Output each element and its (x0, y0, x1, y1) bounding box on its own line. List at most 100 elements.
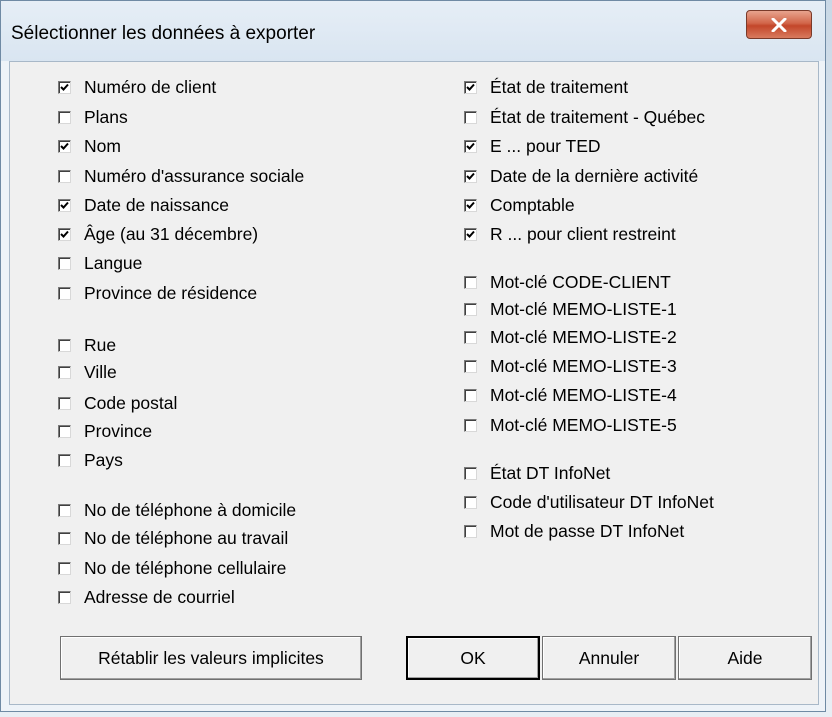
checkbox-label: Numéro d'assurance sociale (84, 165, 305, 186)
checkbox[interactable] (464, 169, 477, 183)
checkmark-icon (60, 201, 69, 209)
checkbox[interactable] (58, 424, 71, 438)
checkbox-row-r-pour-client-restreint[interactable]: R ... pour client restreint (464, 223, 676, 245)
checkbox[interactable] (464, 139, 477, 153)
checkbox-label: Rue (84, 334, 117, 355)
ok-button[interactable]: OK (406, 636, 540, 680)
checkbox-row-nom[interactable]: Nom (58, 135, 121, 157)
checkbox-row-ville[interactable]: Ville (58, 361, 117, 383)
checkbox-label: Code d'utilisateur DT InfoNet (490, 491, 714, 512)
dialog-title: Sélectionner les données à exporter (11, 23, 316, 44)
checkbox-row-no-de-telephone-au-travail[interactable]: No de téléphone au travail (58, 527, 288, 549)
help-button[interactable]: Aide (678, 636, 812, 680)
checkbox-row-comptable[interactable]: Comptable (464, 194, 575, 216)
checkbox[interactable] (58, 80, 71, 94)
checkbox-row-adresse-de-courriel[interactable]: Adresse de courriel (58, 586, 235, 608)
close-button[interactable] (746, 10, 812, 39)
export-dialog: Sélectionner les données à exporter Numé… (0, 0, 826, 712)
checkbox-row-plans[interactable]: Plans (58, 106, 128, 128)
checkbox-label: Code postal (84, 392, 178, 413)
checkbox[interactable] (58, 396, 71, 410)
checkbox[interactable] (464, 330, 477, 344)
checkbox[interactable] (464, 359, 477, 373)
checkbox[interactable] (58, 365, 71, 379)
checkmark-icon (466, 201, 475, 209)
checkbox-label: Plans (84, 106, 128, 127)
checkbox-row-mot-cle-code-client[interactable]: Mot-clé CODE-CLIENT (464, 271, 671, 293)
checkbox[interactable] (58, 169, 71, 183)
checkbox[interactable] (58, 590, 71, 604)
checkbox-row-date-de-la-derniere-activite[interactable]: Date de la dernière activité (464, 165, 698, 187)
checkbox-row-mot-de-passe-dt-infonet[interactable]: Mot de passe DT InfoNet (464, 520, 684, 542)
checkbox[interactable] (464, 495, 477, 509)
checkbox-row-mot-cle-memo-liste-3[interactable]: Mot-clé MEMO-LISTE-3 (464, 355, 677, 377)
checkbox-row-mot-cle-memo-liste-1[interactable]: Mot-clé MEMO-LISTE-1 (464, 298, 677, 320)
checkbox[interactable] (58, 531, 71, 545)
cancel-button[interactable]: Annuler (542, 636, 676, 680)
checkbox[interactable] (58, 110, 71, 124)
checkbox[interactable] (58, 198, 71, 212)
checkbox-label: No de téléphone à domicile (84, 499, 297, 520)
checkbox-row-etat-de-traitement-quebec[interactable]: État de traitement - Québec (464, 106, 705, 128)
checkbox-label: État DT InfoNet (490, 462, 611, 483)
checkbox[interactable] (464, 110, 477, 124)
checkbox[interactable] (58, 338, 71, 352)
checkbox-label: Mot-clé MEMO-LISTE-3 (490, 355, 677, 376)
checkbox[interactable] (464, 275, 477, 289)
checkbox-label: No de téléphone cellulaire (84, 557, 287, 578)
checkbox-row-rue[interactable]: Rue (58, 334, 116, 356)
checkbox-row-etat-de-traitement[interactable]: État de traitement (464, 76, 628, 98)
checkbox[interactable] (58, 139, 71, 153)
checkmark-icon (60, 142, 69, 150)
checkbox[interactable] (464, 198, 477, 212)
checkbox-label: Comptable (490, 194, 575, 215)
checkmark-icon (466, 142, 475, 150)
reset-defaults-button[interactable]: Rétablir les valeurs implicites (60, 636, 362, 680)
checkbox-row-mot-cle-memo-liste-4[interactable]: Mot-clé MEMO-LISTE-4 (464, 384, 677, 406)
checkbox-row-no-de-telephone-a-domicile[interactable]: No de téléphone à domicile (58, 499, 296, 521)
checkbox-label: Province de résidence (84, 282, 258, 303)
checkbox-row-code-postal[interactable]: Code postal (58, 392, 177, 414)
checkbox[interactable] (464, 80, 477, 94)
checkbox-row-pays[interactable]: Pays (58, 449, 123, 471)
checkbox-row-no-de-telephone-cellulaire[interactable]: No de téléphone cellulaire (58, 557, 286, 579)
checkbox-label: R ... pour client restreint (490, 223, 676, 244)
checkbox-row-date-de-naissance[interactable]: Date de naissance (58, 194, 229, 216)
checkbox-row-age-au-31-decembre[interactable]: Âge (au 31 décembre) (58, 223, 258, 245)
checkbox-label: Mot de passe DT InfoNet (490, 520, 685, 541)
checkbox[interactable] (464, 227, 477, 241)
close-icon (771, 17, 787, 32)
checkbox[interactable] (58, 256, 71, 270)
checkbox[interactable] (464, 418, 477, 432)
checkbox-label: Date de la dernière activité (490, 165, 699, 186)
checkbox[interactable] (58, 286, 71, 300)
checkbox-row-etat-dt-infonet[interactable]: État DT InfoNet (464, 462, 610, 484)
checkbox[interactable] (464, 302, 477, 316)
checkbox-label: Province (84, 420, 153, 441)
checkbox[interactable] (58, 503, 71, 517)
checkbox-row-e-pour-ted[interactable]: E ... pour TED (464, 135, 601, 157)
checkbox-row-mot-cle-memo-liste-5[interactable]: Mot-clé MEMO-LISTE-5 (464, 414, 677, 436)
checkbox-label: Nom (84, 135, 121, 156)
checkbox[interactable] (464, 388, 477, 402)
checkmark-icon (466, 230, 475, 238)
checkbox-label: Mot-clé MEMO-LISTE-1 (490, 298, 677, 319)
checkbox-label: No de téléphone au travail (84, 527, 289, 548)
checkbox[interactable] (58, 227, 71, 241)
checkbox-row-code-d-utilisateur-dt-infonet[interactable]: Code d'utilisateur DT InfoNet (464, 491, 714, 513)
checkbox-label: Adresse de courriel (84, 586, 235, 607)
checkbox-row-province-de-residence[interactable]: Province de résidence (58, 282, 257, 304)
checkbox-label: Mot-clé MEMO-LISTE-2 (490, 326, 677, 347)
checkbox[interactable] (58, 561, 71, 575)
checkbox[interactable] (464, 524, 477, 538)
checkbox-label: Mot-clé CODE-CLIENT (490, 271, 671, 292)
checkbox-row-mot-cle-memo-liste-2[interactable]: Mot-clé MEMO-LISTE-2 (464, 326, 677, 348)
checkbox-row-province[interactable]: Province (58, 420, 152, 442)
checkbox-row-numero-d-assurance-sociale[interactable]: Numéro d'assurance sociale (58, 165, 304, 187)
checkbox-label: État de traitement (490, 76, 629, 97)
checkbox-row-numero-de-client[interactable]: Numéro de client (58, 76, 216, 98)
checkbox-label: État de traitement - Québec (490, 106, 705, 127)
checkbox[interactable] (464, 466, 477, 480)
checkbox[interactable] (58, 453, 71, 467)
checkbox-row-langue[interactable]: Langue (58, 252, 142, 274)
